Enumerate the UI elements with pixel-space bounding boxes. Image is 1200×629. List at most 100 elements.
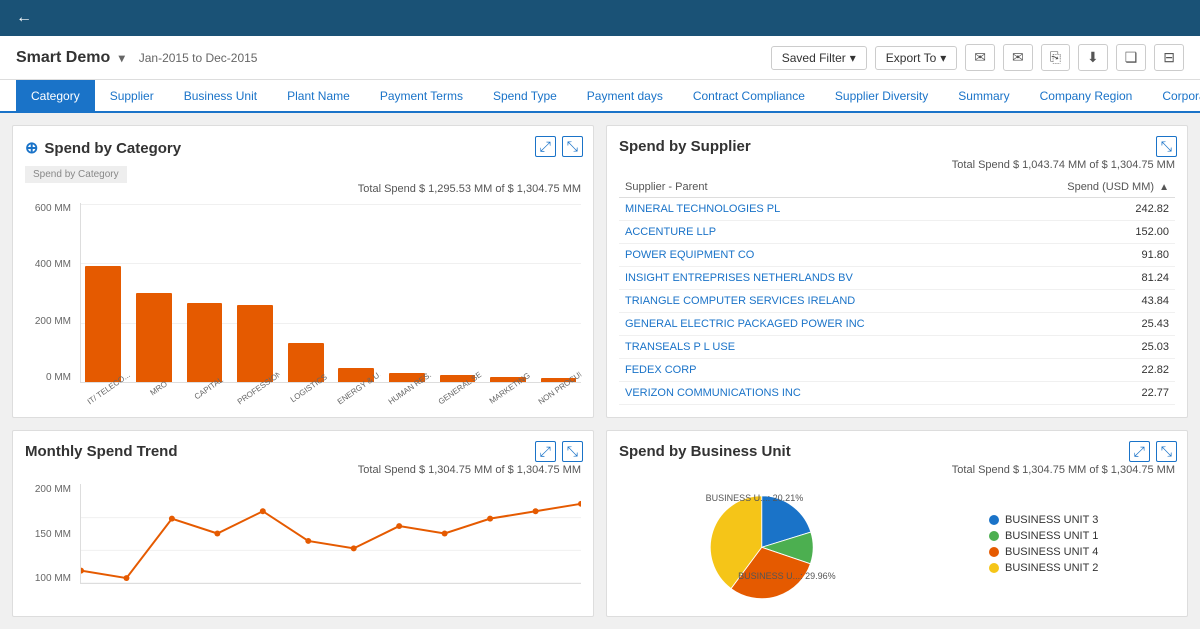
legend-dot: [989, 531, 999, 541]
supplier-amount: 91.80: [1002, 244, 1175, 267]
legend-dot: [989, 547, 999, 557]
tab-business-unit[interactable]: Business Unit: [169, 80, 272, 111]
supplier-row: FEDEX CORP 22.82: [619, 359, 1175, 382]
bu-total-spend: Total Spend $ 1,304.75 MM of $ 1,304.75 …: [619, 464, 1175, 476]
spend-by-bu-card: Spend by Business Unit ⤢ ⤡ Total Spend $…: [606, 430, 1188, 617]
back-button[interactable]: ←: [16, 9, 32, 27]
tab-payment-terms[interactable]: Payment Terms: [365, 80, 478, 111]
trend-expand-btn[interactable]: ⤢: [535, 441, 556, 462]
export-to-button[interactable]: Export To ▾: [875, 46, 958, 70]
tab-payment-days[interactable]: Payment days: [572, 80, 678, 111]
share-icon-button[interactable]: ⎘: [1041, 44, 1070, 71]
trend-dot[interactable]: [81, 568, 84, 574]
trend-dot[interactable]: [169, 516, 175, 522]
bar-group: [486, 203, 531, 382]
supplier-row: VERIZON COMMUNICATIONS INC 22.77: [619, 382, 1175, 405]
supplier-name[interactable]: TRIANGLE COMPUTER SERVICES IRELAND: [619, 290, 1002, 313]
mail-icon-button[interactable]: ✉: [965, 44, 995, 71]
supplier-name[interactable]: MINERAL TECHNOLOGIES PL: [619, 198, 1002, 221]
top-bar: ←: [0, 0, 1200, 36]
supplier-name[interactable]: ACCENTURE LLP: [619, 221, 1002, 244]
trend-svg: [81, 484, 581, 583]
copy-icon-button[interactable]: ❏: [1116, 44, 1147, 71]
bu-pie-container: BUSINESS U...: 20.21% BUSINESS U...: 29.…: [619, 484, 1175, 604]
sort-arrow-icon: ▲: [1159, 182, 1169, 193]
bu-fullscreen-btn[interactable]: ⤡: [1156, 441, 1177, 462]
legend-dot: [989, 515, 999, 525]
supplier-total-spend: Total Spend $ 1,043.74 MM of $ 1,304.75 …: [619, 159, 1175, 171]
category-expand-btn[interactable]: ⤢: [535, 136, 556, 157]
category-bar-chart: 0 MM200 MM400 MM600 MM IT/ TELECO...MROC…: [25, 203, 581, 403]
trend-dot[interactable]: [533, 508, 539, 514]
trend-dot[interactable]: [487, 516, 493, 522]
saved-filter-button[interactable]: Saved Filter ▾: [771, 46, 867, 70]
saved-filter-arrow: ▾: [850, 51, 856, 65]
header-left: Smart Demo ▾ Jan-2015 to Dec-2015: [16, 49, 257, 67]
trend-dot[interactable]: [123, 575, 129, 581]
monthly-trend-title: Monthly Spend Trend: [25, 443, 581, 460]
bar[interactable]: [136, 293, 172, 383]
message-icon-button[interactable]: ✉: [1003, 44, 1033, 71]
tab-supplier-diversity[interactable]: Supplier Diversity: [820, 80, 943, 111]
category-fullscreen-btn[interactable]: ⤡: [562, 136, 583, 157]
trend-y-label: 100 MM: [25, 573, 71, 584]
export-to-label: Export To: [886, 51, 936, 65]
tab-corporate-group[interactable]: Corporate Group: [1147, 80, 1200, 111]
tab-company-region[interactable]: Company Region: [1025, 80, 1148, 111]
supplier-amount: 152.00: [1002, 221, 1175, 244]
tab-spend-type[interactable]: Spend Type: [478, 80, 572, 111]
bu-pie-wrapper: BUSINESS U...: 20.21% BUSINESS U...: 29.…: [696, 483, 836, 606]
download-icon-button[interactable]: ⬇: [1078, 44, 1108, 71]
filter-icon-button[interactable]: ⊟: [1154, 44, 1184, 71]
bu-expand-btn[interactable]: ⤢: [1129, 441, 1150, 462]
supplier-name[interactable]: FEDEX CORP: [619, 359, 1002, 382]
trend-dot[interactable]: [351, 545, 357, 551]
trend-dot[interactable]: [260, 508, 266, 514]
supplier-name[interactable]: INSIGHT ENTREPRISES NETHERLANDS BV: [619, 267, 1002, 290]
trend-card-actions: ⤢ ⤡: [535, 441, 583, 462]
supplier-name[interactable]: VERIZON COMMUNICATIONS INC: [619, 382, 1002, 405]
trend-dot[interactable]: [396, 523, 402, 529]
app-title-dropdown[interactable]: ▾: [119, 51, 125, 65]
trend-line-area: [80, 484, 581, 584]
supplier-name[interactable]: POWER EQUIPMENT CO: [619, 244, 1002, 267]
bar[interactable]: [85, 266, 121, 382]
header-row: Smart Demo ▾ Jan-2015 to Dec-2015 Saved …: [0, 36, 1200, 80]
tab-summary[interactable]: Summary: [943, 80, 1024, 111]
category-y-labels: 0 MM200 MM400 MM600 MM: [25, 203, 75, 383]
trend-fullscreen-btn[interactable]: ⤡: [562, 441, 583, 462]
supplier-row: MINERAL TECHNOLOGIES PL 242.82: [619, 198, 1175, 221]
tab-row: CategorySupplierBusiness UnitPlant NameP…: [0, 80, 1200, 113]
bar[interactable]: [187, 303, 223, 382]
supplier-fullscreen-btn[interactable]: ⤡: [1156, 136, 1177, 157]
supplier-table: Supplier - Parent Spend (USD MM) ▲ MINER…: [619, 177, 1175, 405]
supplier-card-actions: ⤡: [1156, 136, 1177, 157]
bar[interactable]: [237, 305, 273, 382]
bar-group: [435, 203, 480, 382]
bar-y-label: 600 MM: [25, 203, 71, 214]
main-content: ⊕ Spend by Category ⤢ ⤡ Spend by Categor…: [0, 113, 1200, 629]
supplier-row: TRANSEALS P L USE 25.03: [619, 336, 1175, 359]
supplier-row: ACCENTURE LLP 152.00: [619, 221, 1175, 244]
supplier-amount: 22.82: [1002, 359, 1175, 382]
trend-dot[interactable]: [305, 538, 311, 544]
bar-group: [81, 203, 126, 382]
spend-col-header[interactable]: Spend (USD MM) ▲: [1002, 177, 1175, 198]
bu-title: Spend by Business Unit: [619, 443, 1175, 460]
supplier-name[interactable]: GENERAL ELECTRIC PACKAGED POWER INC: [619, 313, 1002, 336]
trend-dot[interactable]: [578, 501, 581, 507]
tab-plant-name[interactable]: Plant Name: [272, 80, 365, 111]
trend-dot[interactable]: [442, 531, 448, 537]
trend-y-labels: 100 MM150 MM200 MM: [25, 484, 75, 584]
tab-contract-compliance[interactable]: Contract Compliance: [678, 80, 820, 111]
app-title: Smart Demo ▾: [16, 49, 125, 67]
bu-card-actions: ⤢ ⤡: [1129, 441, 1177, 462]
trend-total-spend: Total Spend $ 1,304.75 MM of $ 1,304.75 …: [25, 464, 581, 476]
tab-supplier[interactable]: Supplier: [95, 80, 169, 111]
bar-group: [233, 203, 278, 382]
legend-item: BUSINESS UNIT 3: [989, 514, 1098, 526]
supplier-name[interactable]: TRANSEALS P L USE: [619, 336, 1002, 359]
tab-category[interactable]: Category: [16, 80, 95, 111]
trend-dot[interactable]: [214, 531, 220, 537]
supplier-amount: 81.24: [1002, 267, 1175, 290]
